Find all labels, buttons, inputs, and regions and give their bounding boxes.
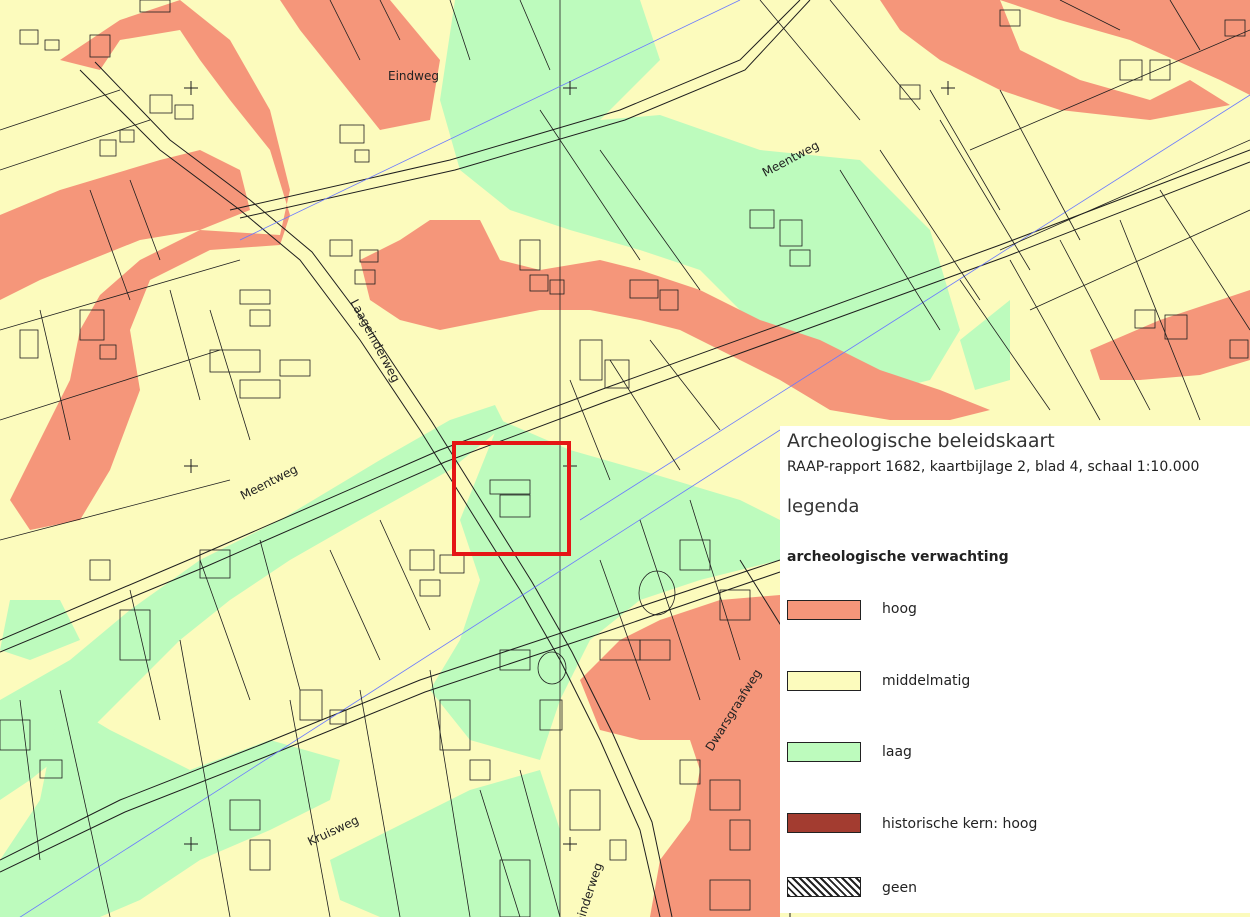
legend-swatch-hoog — [787, 600, 861, 620]
legend-swatch-geen — [787, 877, 861, 897]
legend-label-hoog: hoog — [882, 601, 917, 617]
road-label-eindweg: Eindweg — [388, 69, 439, 83]
legend-heading: legenda — [787, 496, 860, 517]
legend-panel: Archeologische beleidskaart RAAP-rapport… — [780, 426, 1250, 913]
legend-label-laag: laag — [882, 744, 912, 760]
legend-label-geen: geen — [882, 880, 917, 896]
legend-label-historische-kern: historische kern: hoog — [882, 816, 1038, 832]
legend-subtitle: RAAP-rapport 1682, kaartbijlage 2, blad … — [787, 459, 1200, 475]
legend-label-middelmatig: middelmatig — [882, 673, 971, 689]
legend-swatch-historische-kern — [787, 813, 861, 833]
legend-title: Archeologische beleidskaart — [787, 430, 1055, 452]
legend-swatch-laag — [787, 742, 861, 762]
legend-section-title: archeologische verwachting — [787, 549, 1009, 565]
legend-swatch-middelmatig — [787, 671, 861, 691]
